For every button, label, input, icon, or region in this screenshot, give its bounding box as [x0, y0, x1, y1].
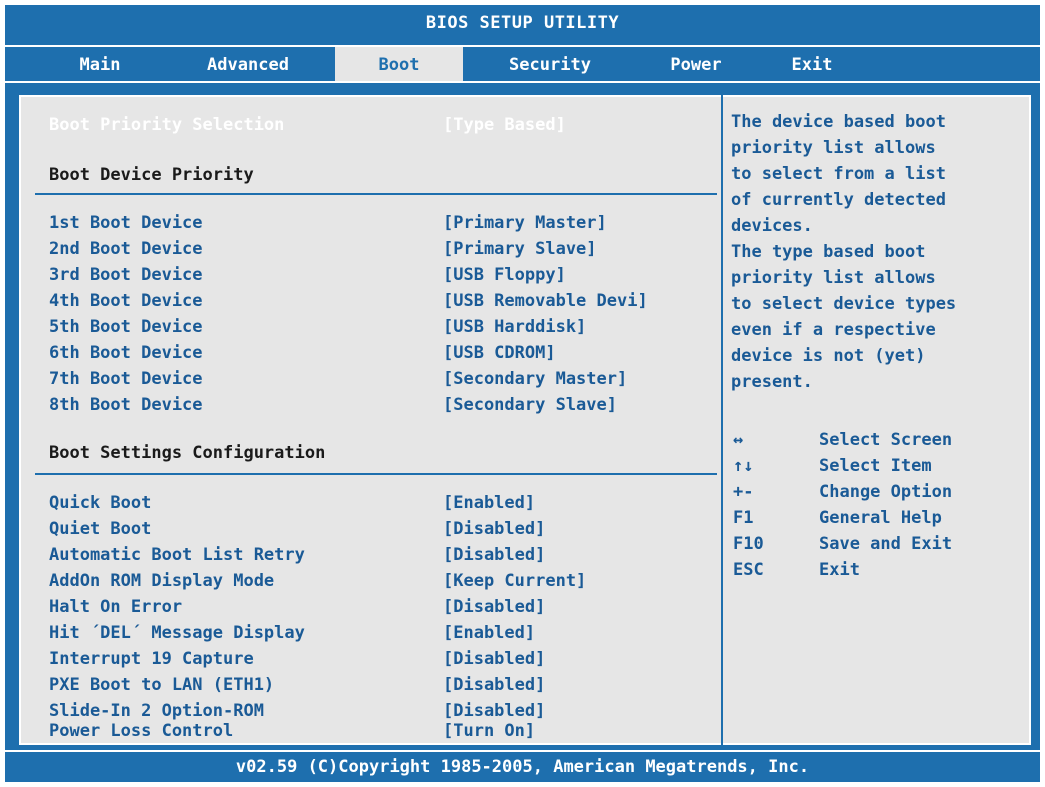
interrupt-19-label[interactable]: Interrupt 19 Capture: [49, 649, 254, 669]
halt-on-error-value[interactable]: [Disabled]: [443, 597, 545, 617]
help-line: devices.: [731, 216, 813, 236]
help-line: priority list allows: [731, 138, 936, 158]
quick-boot-label[interactable]: Quick Boot: [49, 493, 151, 513]
left-right-arrows-icon: ↔: [733, 430, 744, 450]
boot-device-4-label[interactable]: 4th Boot Device: [49, 291, 203, 311]
boot-device-4-value[interactable]: [USB Removable Devi]: [443, 291, 648, 311]
boot-device-1-value[interactable]: [Primary Master]: [443, 213, 607, 233]
plus-minus-key: +-: [733, 482, 754, 502]
boot-device-5-label[interactable]: 5th Boot Device: [49, 317, 203, 337]
boot-device-6-label[interactable]: 6th Boot Device: [49, 343, 203, 363]
slide-in-rom-value[interactable]: [Disabled]: [443, 701, 545, 721]
quick-boot-value[interactable]: [Enabled]: [443, 493, 535, 513]
boot-device-7-value[interactable]: [Secondary Master]: [443, 369, 627, 389]
options-pane: Boot Priority Selection [Type Based] Boo…: [19, 95, 719, 745]
help-line: of currently detected: [731, 190, 946, 210]
boot-device-7-label[interactable]: 7th Boot Device: [49, 369, 203, 389]
help-line: The device based boot: [731, 112, 946, 132]
boot-device-2-value[interactable]: [Primary Slave]: [443, 239, 597, 259]
help-text: The device based boot priority list allo…: [731, 109, 956, 395]
pxe-boot-value[interactable]: [Disabled]: [443, 675, 545, 695]
settings-panel: Boot Priority Selection [Type Based] Boo…: [17, 93, 1033, 747]
auto-boot-retry-value[interactable]: [Disabled]: [443, 545, 545, 565]
boot-device-1-label[interactable]: 1st Boot Device: [49, 213, 203, 233]
copyright-footer: v02.59 (C)Copyright 1985-2005, American …: [5, 750, 1040, 782]
esc-key: ESC: [733, 560, 764, 580]
boot-settings-heading: Boot Settings Configuration: [49, 443, 326, 463]
section-divider: [35, 473, 717, 475]
tab-main[interactable]: Main: [45, 47, 155, 81]
key-desc: Exit: [819, 560, 860, 580]
pane-divider: [721, 95, 723, 745]
key-desc: Change Option: [819, 482, 953, 502]
quiet-boot-value[interactable]: [Disabled]: [443, 519, 545, 539]
help-line: to select from a list: [731, 164, 946, 184]
help-line: present.: [731, 372, 813, 392]
key-desc: Save and Exit: [819, 534, 953, 554]
help-line: device is not (yet): [731, 346, 926, 366]
tab-exit[interactable]: Exit: [767, 47, 857, 81]
boot-device-8-value[interactable]: [Secondary Slave]: [443, 395, 617, 415]
power-loss-value[interactable]: [Turn On]: [443, 721, 535, 741]
boot-priority-label[interactable]: Boot Priority Selection: [49, 115, 284, 135]
window-title: BIOS SETUP UTILITY: [425, 13, 620, 33]
boot-priority-value[interactable]: [Type Based]: [443, 115, 566, 135]
help-line: even if a respective: [731, 320, 936, 340]
pxe-boot-label[interactable]: PXE Boot to LAN (ETH1): [49, 675, 274, 695]
boot-device-3-label[interactable]: 3rd Boot Device: [49, 265, 203, 285]
boot-device-2-label[interactable]: 2nd Boot Device: [49, 239, 203, 259]
power-loss-label[interactable]: Power Loss Control: [49, 721, 233, 741]
section-divider: [35, 193, 717, 195]
help-line: The type based boot: [731, 242, 926, 262]
slide-in-rom-label[interactable]: Slide-In 2 Option-ROM: [49, 701, 264, 721]
tab-power[interactable]: Power: [641, 47, 751, 81]
boot-device-6-value[interactable]: [USB CDROM]: [443, 343, 556, 363]
help-pane: The device based boot priority list allo…: [731, 95, 1026, 745]
key-desc: Select Screen: [819, 430, 953, 450]
boot-device-priority-heading: Boot Device Priority: [49, 165, 254, 185]
up-down-arrows-icon: ↑↓: [733, 456, 754, 476]
boot-device-8-label[interactable]: 8th Boot Device: [49, 395, 203, 415]
addon-rom-mode-label[interactable]: AddOn ROM Display Mode: [49, 571, 274, 591]
help-line: to select device types: [731, 294, 957, 314]
halt-on-error-label[interactable]: Halt On Error: [49, 597, 182, 617]
auto-boot-retry-label[interactable]: Automatic Boot List Retry: [49, 545, 305, 565]
hit-del-message-value[interactable]: [Enabled]: [443, 623, 535, 643]
addon-rom-mode-value[interactable]: [Keep Current]: [443, 571, 586, 591]
tab-boot[interactable]: Boot: [335, 47, 463, 81]
tab-bar: Main Advanced Boot Security Power Exit: [5, 45, 1040, 83]
f1-key: F1: [733, 508, 754, 528]
interrupt-19-value[interactable]: [Disabled]: [443, 649, 545, 669]
bios-screen: BIOS SETUP UTILITY Main Advanced Boot Se…: [5, 5, 1040, 782]
tab-advanced[interactable]: Advanced: [173, 47, 323, 81]
boot-device-3-value[interactable]: [USB Floppy]: [443, 265, 566, 285]
key-desc: General Help: [819, 508, 942, 528]
tab-security[interactable]: Security: [475, 47, 625, 81]
f10-key: F10: [733, 534, 764, 554]
help-line: priority list allows: [731, 268, 936, 288]
hit-del-message-label[interactable]: Hit ´DEL´ Message Display: [49, 623, 305, 643]
quiet-boot-label[interactable]: Quiet Boot: [49, 519, 151, 539]
boot-device-5-value[interactable]: [USB Harddisk]: [443, 317, 586, 337]
key-desc: Select Item: [819, 456, 932, 476]
